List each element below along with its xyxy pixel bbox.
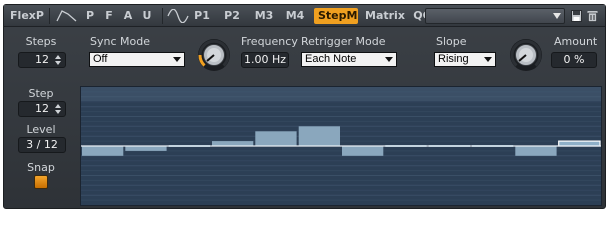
step-controls-row: Steps 12 Sync Mode Off Frequency 1.00 Hz… (4, 28, 605, 78)
frequency-knob[interactable] (197, 38, 231, 72)
steps-value: 12 (35, 53, 49, 66)
step-sidebar: Step 12 Level 3 / 12 Snap (4, 84, 78, 208)
frequency-label: Frequency (241, 35, 298, 48)
amount-value: 0 % (563, 53, 585, 66)
step-bar[interactable] (298, 126, 340, 146)
chevron-down-icon (385, 57, 393, 62)
save-icon[interactable] (571, 10, 582, 22)
step-bar[interactable] (342, 146, 384, 156)
spinner-arrows-icon (55, 55, 61, 65)
level-value: 3 / 12 (26, 138, 58, 151)
level-label: Level (26, 123, 56, 136)
tab-m3[interactable]: M3 (253, 5, 275, 27)
tab-f[interactable]: F (103, 5, 115, 27)
tab-m4[interactable]: M4 (284, 5, 306, 27)
sync-mode-select[interactable]: Off (89, 52, 185, 67)
frequency-value-box[interactable]: 1.00 Hz (241, 52, 289, 68)
step-bar[interactable] (255, 131, 297, 147)
step-label: Step (28, 87, 54, 100)
slope-value: Rising (438, 53, 469, 65)
steps-label: Steps (25, 35, 57, 48)
step-stepper[interactable]: 12 (18, 101, 66, 117)
tab-p[interactable]: P (84, 5, 96, 27)
sync-mode-label: Sync Mode (90, 35, 150, 48)
chevron-down-icon (553, 13, 561, 19)
tab-stepm[interactable]: StepM (314, 8, 358, 24)
tab-separator (49, 8, 50, 24)
steps-stepper[interactable]: 12 (18, 52, 66, 68)
retrigger-mode-select[interactable]: Each Note (301, 52, 397, 67)
step-bar[interactable] (515, 146, 557, 156)
snap-label: Snap (27, 161, 55, 174)
amount-label: Amount (554, 35, 598, 48)
spinner-arrows-icon (55, 104, 61, 114)
tab-flexp[interactable]: FlexP (10, 5, 44, 27)
retrigger-mode-value: Each Note (305, 53, 357, 65)
step-bar[interactable] (82, 146, 124, 156)
trash-icon[interactable] (587, 10, 598, 22)
amount-knob[interactable] (509, 38, 543, 72)
step-bar[interactable] (125, 146, 167, 151)
modulator-tab-bar: FlexP P F A U P1 P2 M3 M4 StepM Matrix Q… (4, 5, 605, 27)
step-bar[interactable] (212, 141, 254, 146)
retrigger-mode-label: Retrigger Mode (301, 35, 386, 48)
step-bar[interactable] (558, 140, 601, 147)
tab-p1[interactable]: P1 (193, 5, 211, 27)
grid-top-band (81, 87, 601, 101)
tab-u[interactable]: U (141, 5, 153, 27)
step-value: 12 (35, 102, 49, 115)
chevron-down-icon (173, 57, 181, 62)
lfo-wave-icon (167, 9, 189, 23)
slope-label: Slope (436, 35, 467, 48)
slope-select[interactable]: Rising (434, 52, 496, 67)
tab-separator (162, 8, 163, 24)
tab-matrix[interactable]: Matrix (365, 5, 405, 27)
tab-p2[interactable]: P2 (223, 5, 241, 27)
level-value-box[interactable]: 3 / 12 (18, 137, 66, 153)
envelope-shape-icon (56, 10, 77, 22)
chevron-down-icon (484, 57, 492, 62)
preset-dropdown[interactable] (425, 8, 565, 24)
step-modulator-panel: FlexP P F A U P1 P2 M3 M4 StepM Matrix Q… (3, 4, 606, 209)
step-sequence-editor[interactable] (80, 86, 602, 206)
sync-mode-value: Off (93, 53, 108, 65)
snap-toggle[interactable] (34, 175, 48, 189)
amount-value-box[interactable]: 0 % (551, 52, 597, 68)
frequency-value: 1.00 Hz (243, 53, 287, 66)
tab-a[interactable]: A (122, 5, 134, 27)
step-grid-svg (81, 87, 601, 201)
